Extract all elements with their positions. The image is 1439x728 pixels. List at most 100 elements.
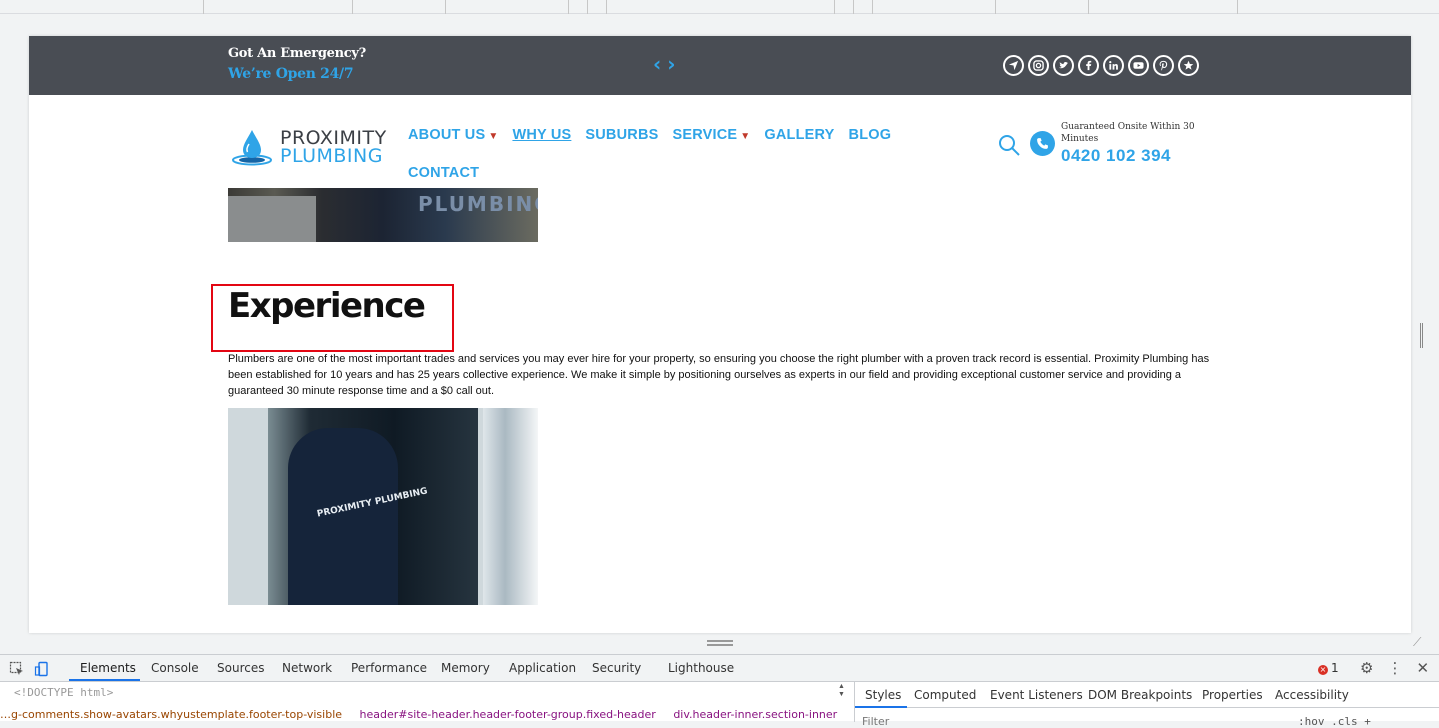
error-counter[interactable]: × 1 [1318, 661, 1339, 675]
search-icon[interactable] [997, 133, 1021, 162]
device-bar-divider [587, 0, 588, 14]
styles-filter-actions[interactable]: :hov .cls + [1298, 715, 1371, 728]
logo-wordmark-bottom: PLUMBING [280, 145, 383, 167]
devtools-panel: Elements Console Sources Network Perform… [0, 654, 1439, 728]
tab-lighthouse[interactable]: Lighthouse [668, 661, 734, 675]
tab-accessibility[interactable]: Accessibility [1275, 688, 1349, 702]
tab-elements[interactable]: Elements [80, 661, 136, 675]
linkedin-icon[interactable] [1103, 55, 1124, 76]
emergency-notice: Got An Emergency? We’re Open 24/7 [228, 46, 366, 82]
plumber-figure [288, 428, 398, 605]
device-bar-divider [445, 0, 446, 14]
styles-tab-bar: Styles Computed Event Listeners DOM Brea… [855, 682, 1439, 708]
device-bar-divider [853, 0, 854, 14]
close-icon[interactable]: ✕ [1416, 659, 1439, 677]
dom-doctype-node[interactable]: <!DOCTYPE html> [14, 686, 113, 699]
hero-image: PLUMBING [228, 188, 538, 242]
devtools-tab-bar: Elements Console Sources Network Perform… [0, 655, 1439, 682]
breadcrumb-item[interactable]: div.header-inner.section-inner [673, 708, 837, 721]
inspect-element-icon[interactable] [9, 661, 25, 677]
dom-breadcrumb: …g-comments.show-avatars.whyustemplate.f… [0, 708, 852, 722]
phone-icon[interactable] [1030, 131, 1055, 156]
nav-gallery[interactable]: GALLERY [764, 127, 834, 143]
instagram-icon[interactable] [1028, 55, 1049, 76]
error-icon: × [1318, 665, 1328, 675]
tab-memory[interactable]: Memory [441, 661, 490, 675]
dom-scroll-arrows[interactable]: ▲ ▼ [838, 683, 845, 699]
phone-number-link[interactable]: 0420 102 394 [1061, 146, 1171, 166]
youtube-icon[interactable] [1128, 55, 1149, 76]
active-tab-indicator [69, 679, 140, 681]
top-bar: Got An Emergency? We’re Open 24/7 ‹› [29, 36, 1411, 95]
nav-service-label: SERVICE [672, 127, 738, 143]
tab-security[interactable]: Security [592, 661, 641, 675]
tab-styles[interactable]: Styles [865, 688, 901, 702]
tab-computed[interactable]: Computed [914, 688, 976, 702]
tab-console[interactable]: Console [151, 661, 199, 675]
tab-application[interactable]: Application [509, 661, 576, 675]
star-icon[interactable] [1178, 55, 1199, 76]
twitter-icon[interactable] [1053, 55, 1074, 76]
open-hours: We’re Open 24/7 [228, 66, 354, 82]
facebook-icon[interactable] [1078, 55, 1099, 76]
tab-properties[interactable]: Properties [1202, 688, 1263, 702]
slider-arrows: ‹› [653, 52, 682, 76]
guarantee-text: Guaranteed Onsite Within 30 Minutes [1061, 122, 1195, 144]
prev-arrow-icon[interactable]: ‹ [653, 52, 667, 76]
devtools-actions: ⚙⋮✕ [1360, 659, 1439, 677]
nav-about-us[interactable]: ABOUT US ▼ [408, 127, 498, 143]
more-options-icon[interactable]: ⋮ [1387, 659, 1416, 677]
next-arrow-icon[interactable]: › [667, 52, 681, 76]
location-icon[interactable] [1003, 55, 1024, 76]
styles-active-indicator [855, 706, 907, 708]
breadcrumb-item[interactable]: …g-comments.show-avatars.whyustemplate.f… [0, 708, 342, 721]
tab-sources[interactable]: Sources [217, 661, 264, 675]
device-bar-divider [1237, 0, 1238, 14]
device-toggle-icon[interactable] [34, 661, 50, 677]
nav-gallery-label: GALLERY [764, 127, 835, 143]
water-drop-logo-icon [232, 130, 272, 166]
page-viewport: Got An Emergency? We’re Open 24/7 ‹› PRO… [29, 36, 1411, 633]
social-links [1003, 55, 1199, 76]
tab-network[interactable]: Network [282, 661, 332, 675]
chevron-down-icon: ▼ [488, 131, 499, 142]
device-bar-divider [834, 0, 835, 14]
nav-why-us-label: WHY US [512, 127, 572, 143]
breadcrumb-item[interactable]: header#site-header.header-footer-group.f… [360, 708, 656, 721]
viewport-resize-handle[interactable] [1420, 323, 1423, 348]
device-bar-divider [1088, 0, 1089, 14]
devtools-drag-handle[interactable] [707, 640, 733, 646]
gear-icon[interactable]: ⚙ [1360, 659, 1387, 677]
styles-filter-input[interactable]: Filter [862, 715, 889, 728]
nav-suburbs[interactable]: SUBURBS [585, 127, 658, 143]
resize-corner-icon[interactable]: ⟋ [1413, 635, 1421, 650]
main-navigation: ABOUT US ▼ WHY US SUBURBS SERVICE ▼ GALLER… [408, 116, 908, 192]
device-bar-divider [352, 0, 353, 14]
emergency-title: Got An Emergency? [228, 46, 366, 61]
device-bar-divider [568, 0, 569, 14]
tab-dom-breakpoints[interactable]: DOM Breakpoints [1088, 688, 1192, 702]
nav-suburbs-label: SUBURBS [585, 127, 659, 143]
nav-why-us[interactable]: WHY US [512, 127, 571, 143]
site-logo[interactable]: PROXIMITY PLUMBING [230, 128, 387, 166]
chevron-down-icon: ▼ [740, 131, 751, 142]
device-bar-divider [203, 0, 204, 14]
nav-blog-label: BLOG [848, 127, 892, 143]
tab-event-listeners[interactable]: Event Listeners [990, 688, 1083, 702]
nav-blog[interactable]: BLOG [849, 127, 892, 143]
tab-performance[interactable]: Performance [351, 661, 427, 675]
device-bar-divider [995, 0, 996, 14]
hero-truck-text: PLUMBING [418, 192, 538, 216]
device-bar-divider [606, 0, 607, 14]
highlight-box [211, 284, 454, 352]
experience-paragraph: Plumbers are one of the most important t… [228, 353, 1210, 397]
nav-service[interactable]: SERVICE ▼ [673, 127, 751, 143]
device-bar-divider [872, 0, 873, 14]
pinterest-icon[interactable] [1153, 55, 1174, 76]
nav-contact[interactable]: CONTACT [408, 165, 479, 181]
nav-contact-label: CONTACT [408, 165, 480, 181]
truck-image-region [228, 196, 316, 242]
plumber-photo: PROXIMITY PLUMBING [228, 408, 538, 605]
door-frame-region [483, 408, 538, 605]
nav-about-us-label: ABOUT US [408, 127, 486, 143]
